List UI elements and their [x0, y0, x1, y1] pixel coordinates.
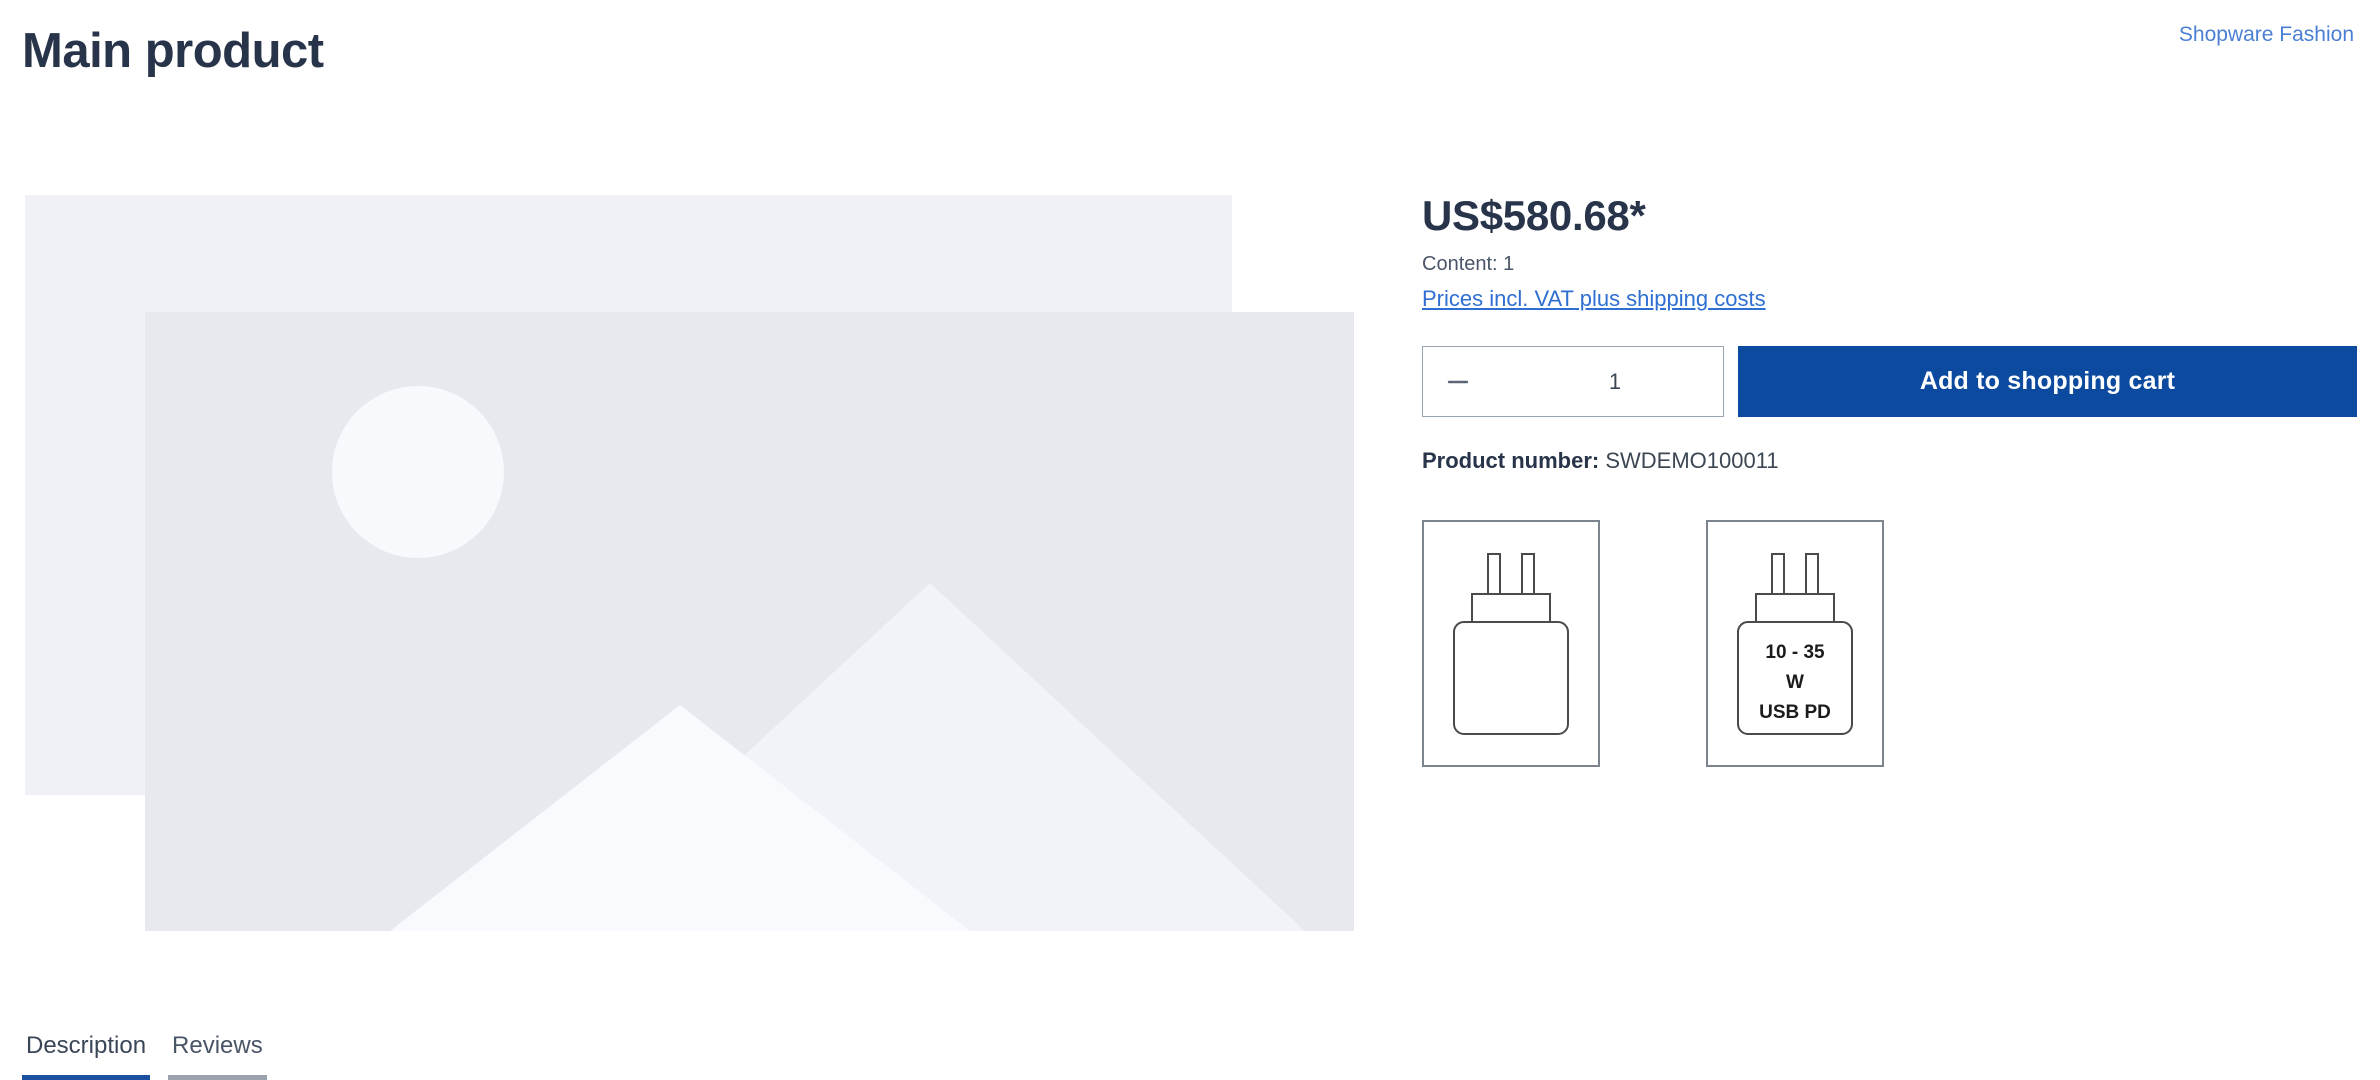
adapter-label-line-2: W	[1786, 672, 1804, 693]
product-detail-tabs: Description Reviews	[22, 1031, 267, 1080]
product-buy-box: US$580.68* Content: 1 Prices incl. VAT p…	[1422, 190, 2357, 767]
tax-shipping-link[interactable]: Prices incl. VAT plus shipping costs	[1422, 285, 1766, 313]
page-header: Main product Shopware Fashion	[0, 0, 2380, 110]
product-detail-page: Main product Shopware Fashion US$580.68*…	[0, 0, 2380, 1080]
product-number-label: Product number:	[1422, 448, 1600, 473]
product-number-value: SWDEMO100011	[1605, 448, 1779, 473]
add-to-cart-button[interactable]: Add to shopping cart	[1738, 346, 2357, 417]
power-adapter-icon	[1436, 536, 1586, 751]
adapter-label-line-1: 10 - 35	[1765, 642, 1825, 663]
thumbnail-power-adapter-plain[interactable]	[1422, 520, 1600, 767]
product-image-gallery[interactable]	[25, 195, 1354, 931]
product-content: Content: 1	[1422, 253, 1515, 275]
minus-icon	[1447, 380, 1469, 383]
image-placeholder-icon	[25, 195, 1354, 931]
product-price: US$580.68*	[1422, 192, 1646, 239]
buy-actions-row: Add to shopping cart	[1422, 346, 2357, 417]
quantity-stepper[interactable]	[1422, 346, 1783, 417]
thumbnail-power-adapter-usb-pd[interactable]: 10 - 35 W USB PD	[1706, 520, 1884, 767]
quantity-decrease-button[interactable]	[1445, 361, 1471, 403]
thumbnail-strip: 10 - 35 W USB PD	[1422, 520, 2357, 767]
power-adapter-usb-pd-icon: 10 - 35 W USB PD	[1720, 536, 1870, 751]
tab-description[interactable]: Description	[22, 1031, 151, 1080]
product-number: Product number: SWDEMO100011	[1422, 447, 2357, 475]
shop-name-link[interactable]: Shopware Fashion	[2179, 22, 2354, 48]
page-title: Main product	[22, 24, 324, 78]
tab-reviews[interactable]: Reviews	[168, 1031, 267, 1080]
adapter-label-line-3: USB PD	[1759, 702, 1831, 723]
quantity-input[interactable]	[1471, 368, 1759, 395]
